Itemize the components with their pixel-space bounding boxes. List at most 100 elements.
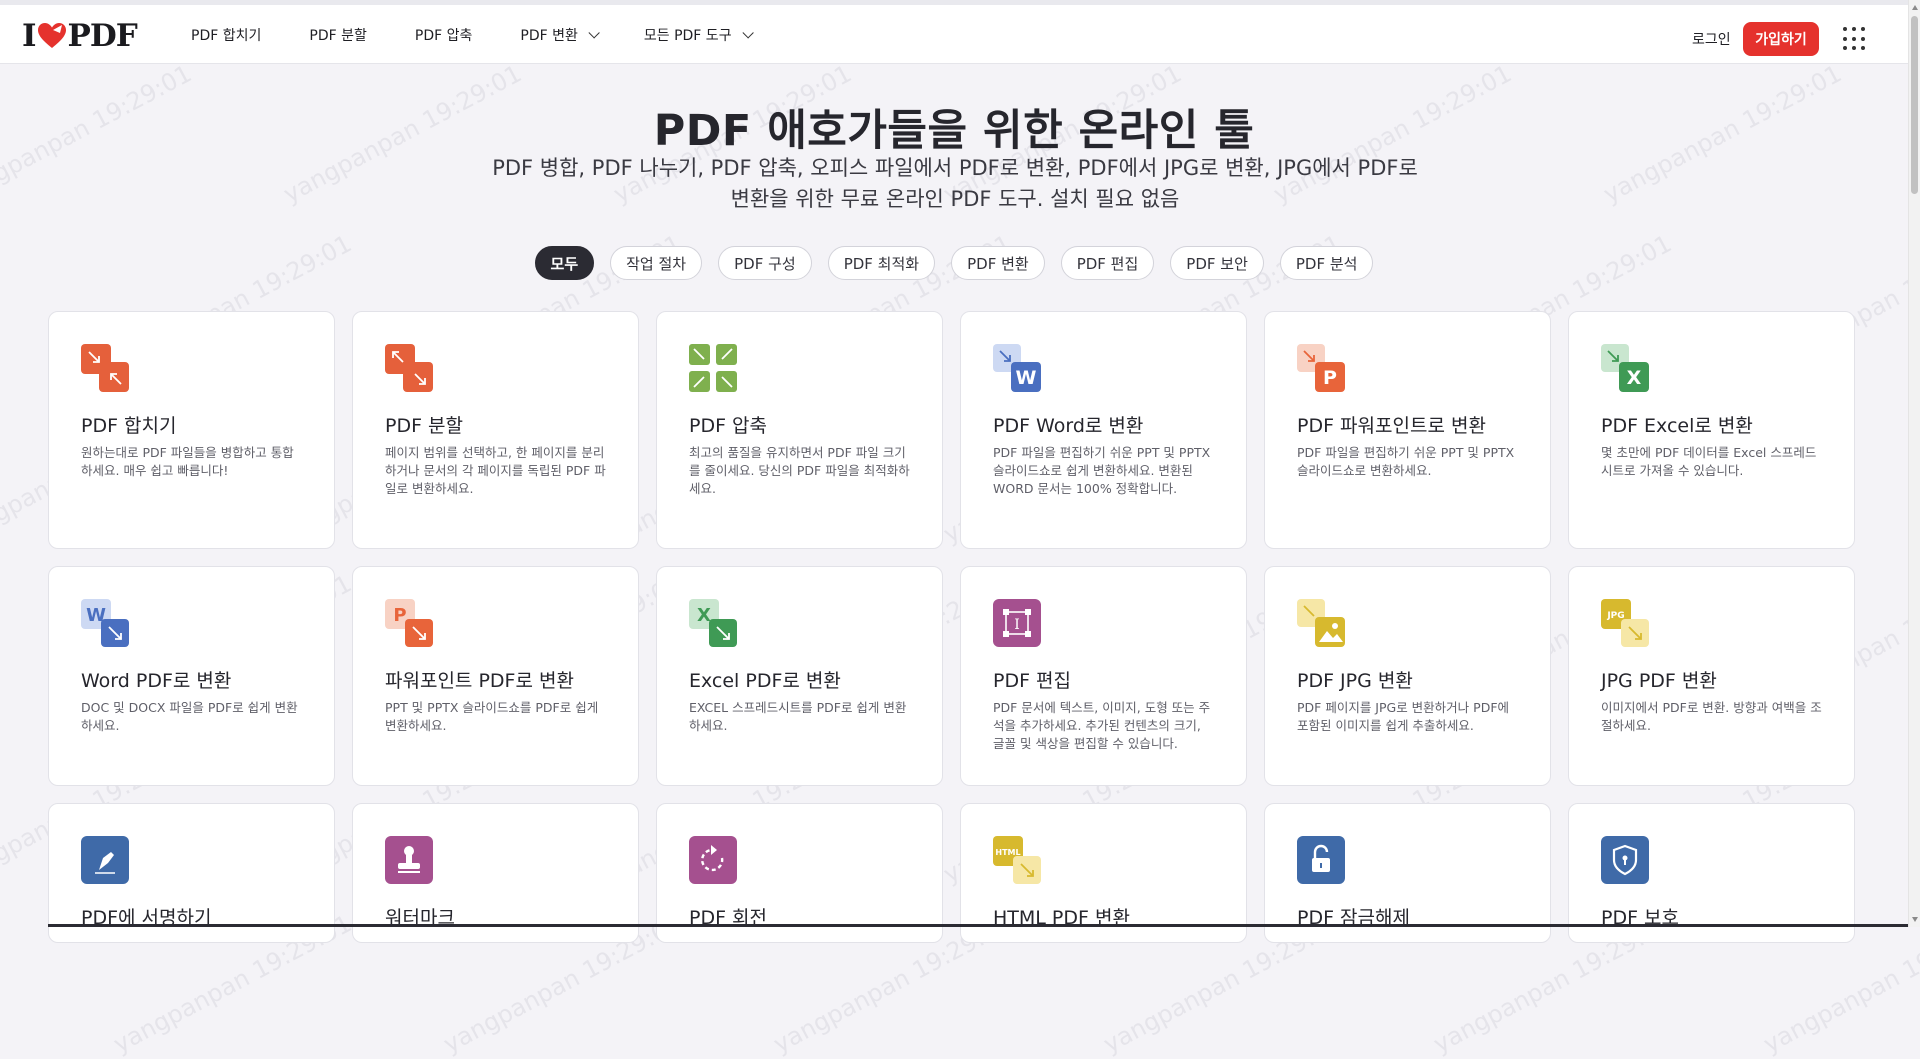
edit-pdf-icon: I	[993, 599, 1041, 647]
tool-card-pdf-to-powerpoint[interactable]: P PDF 파워포인트로 변환 PDF 파일을 편집하기 쉬운 PPT 및 PPTX…	[1264, 311, 1551, 549]
nav-item-2[interactable]: PDF 분할	[309, 25, 367, 45]
nav-item-label: PDF 변환	[520, 27, 578, 44]
tool-card-pdf-to-excel[interactable]: X PDF Excel로 변환몇 초만에 PDF 데이터를 Excel 스프레드 …	[1568, 311, 1855, 549]
filter-chip[interactable]: PDF 분석	[1279, 246, 1374, 280]
tool-title: Excel PDF로 변환	[689, 670, 841, 692]
filter-chip[interactable]: PDF 구성	[718, 246, 812, 280]
svg-text:W: W	[1016, 367, 1037, 389]
excel-to-pdf-icon: X	[689, 599, 737, 647]
login-link[interactable]: 로그인	[1692, 29, 1731, 49]
merge-icon	[81, 344, 129, 392]
filter-chip[interactable]: PDF 보안	[1170, 246, 1264, 280]
top-navbar: I PDF PDF 합치기 PDF 분할 PDF 압축 PDF 변환 모든 PDF 도구…	[0, 0, 1908, 64]
svg-text:P: P	[1323, 367, 1337, 389]
tool-description: 최고의 품질을 유지하면서 PDF 파일 크기를 줄이세요. 당신의 PDF 파…	[689, 445, 910, 496]
tool-title: PDF 편집	[993, 670, 1072, 692]
tool-card-merge[interactable]: PDF 합치기원하는대로 PDF 파일들을 병합하고 통합하세요. 매우 쉽고 …	[48, 311, 335, 549]
tool-description: PPT 및 PPTX 슬라이드쇼를 PDF로 쉽게 변환하세요.	[385, 700, 599, 733]
page-title: PDF 애호가들을 위한 온라인 툴	[653, 106, 1255, 156]
subtitle-line-1: PDF 병합, PDF 나누기, PDF 압축, 오피스 파일에서 PDF로 변…	[492, 156, 1418, 180]
tool-card-watermark[interactable]: 워터마크	[352, 803, 639, 943]
pdf-to-word-icon: W	[993, 344, 1041, 392]
tool-description: PDF 문서에 텍스트, 이미지, 도형 또는 주석을 추가하세요. 추가된 컨…	[993, 700, 1211, 751]
main-nav: PDF 합치기 PDF 분할 PDF 압축 PDF 변환 모든 PDF 도구	[191, 5, 798, 64]
tool-title: PDF Word로 변환	[993, 415, 1144, 437]
filter-chip[interactable]: 모두	[534, 246, 595, 280]
svg-text:HTML: HTML	[995, 848, 1020, 857]
tool-card-jpg-to-pdf[interactable]: JPG JPG PDF 변환이미지에서 PDF로 변환. 방향과 여백을 조절하세…	[1568, 566, 1855, 786]
html-to-pdf-icon: HTML	[993, 836, 1041, 884]
tool-title: PDF 합치기	[81, 415, 177, 437]
svg-text:X: X	[697, 605, 711, 626]
jpg-to-pdf-icon: JPG	[1601, 599, 1649, 647]
protect-icon	[1601, 836, 1649, 884]
tool-card-excel-to-pdf[interactable]: X Excel PDF로 변환 EXCEL 스프레드시트를 PDF로 쉽게 변환하세…	[656, 566, 943, 786]
tool-card-rotate[interactable]: PDF 회전	[656, 803, 943, 943]
signup-button[interactable]: 가입하기	[1743, 22, 1819, 56]
tool-description: PDF 파일을 편집하기 쉬운 PPT 및 PPTX 슬라이드쇼로 변환하세요.	[1297, 445, 1515, 478]
tool-description: 원하는대로 PDF 파일들을 병합하고 통합하세요. 매우 쉽고 빠릅니다!	[81, 445, 294, 478]
filter-chip[interactable]: 작업 절차	[610, 246, 703, 280]
tool-title: Word PDF로 변환	[81, 670, 232, 692]
filter-chip[interactable]: PDF 변환	[951, 246, 1045, 280]
tool-card-sign-pdf[interactable]: PDF에 서명하기	[48, 803, 335, 943]
tool-description: EXCEL 스프레드시트를 PDF로 쉽게 변환하세요.	[689, 700, 907, 733]
logo-text-i: I	[22, 18, 36, 54]
nav-item-5[interactable]: 모든 PDF 도구	[643, 25, 754, 45]
logo-text-pdf: PDF	[67, 18, 138, 54]
nav-item-label: PDF 분할	[309, 27, 367, 44]
chevron-down-icon	[588, 26, 600, 39]
tool-card-html-to-pdf[interactable]: HTML HTML PDF 변환	[960, 803, 1247, 943]
tool-description: 이미지에서 PDF로 변환. 방향과 여백을 조절하세요.	[1601, 700, 1822, 733]
tool-title: JPG PDF 변환	[1601, 670, 1717, 692]
tool-card-powerpoint-to-pdf[interactable]: P 파워포인트 PDF로 변환 PPT 및 PPTX 슬라이드쇼를 PDF로 쉽게 …	[352, 566, 639, 786]
nav-item-label: 모든 PDF 도구	[643, 27, 732, 44]
watermark-icon	[385, 836, 433, 884]
tool-title: PDF JPG 변환	[1297, 670, 1413, 692]
filter-chip[interactable]: PDF 편집	[1060, 246, 1155, 280]
nav-item-3[interactable]: PDF 압축	[415, 25, 473, 45]
tool-description: PDF 파일을 편집하기 쉬운 PPT 및 PPTX 슬라이드쇼로 쉽게 변환하…	[993, 445, 1211, 496]
scroll-up-arrow-icon[interactable]	[1912, 5, 1918, 10]
tool-card-word-to-pdf[interactable]: W Word PDF로 변환 DOC 및 DOCX 파일을 PDF로 쉽게 변환하세…	[48, 566, 335, 786]
scrollbar-thumb[interactable]	[1911, 16, 1918, 194]
nav-item-1[interactable]: PDF 합치기	[191, 25, 261, 45]
tool-description: PDF 페이지를 JPG로 변환하거나 PDF에 포함된 이미지를 쉽게 추출하…	[1297, 700, 1510, 733]
scroll-down-arrow-icon[interactable]	[1912, 917, 1918, 922]
tools-grid: PDF 합치기원하는대로 PDF 파일들을 병합하고 통합하세요. 매우 쉽고 …	[48, 311, 1855, 960]
rotate-icon	[689, 836, 737, 884]
svg-text:I: I	[1014, 617, 1020, 633]
tool-description: DOC 및 DOCX 파일을 PDF로 쉽게 변환하세요.	[81, 700, 298, 733]
tool-description: 몇 초만에 PDF 데이터를 Excel 스프레드 시트로 가져올 수 있습니다…	[1601, 445, 1817, 478]
heart-icon	[37, 22, 67, 50]
split-icon	[385, 344, 433, 392]
tool-card-edit-pdf[interactable]: I PDF 편집 PDF 문서에 텍스트, 이미지, 도형 또는 주석을 추가하세요…	[960, 566, 1247, 786]
svg-text:X: X	[1627, 367, 1642, 389]
nav-item-label: PDF 합치기	[191, 27, 262, 44]
pdf-to-excel-icon: X	[1601, 344, 1649, 392]
nav-item-label: PDF 압축	[414, 27, 473, 44]
tool-card-pdf-to-jpg[interactable]: PDF JPG 변환 PDF 페이지를 JPG로 변환하거나 PDF에 포함된 이…	[1264, 566, 1551, 786]
grid-dots-icon[interactable]	[1843, 27, 1867, 51]
tool-card-protect[interactable]: PDF 보호	[1568, 803, 1855, 943]
compress-icon	[689, 344, 737, 392]
tool-title: 파워포인트 PDF로 변환	[385, 670, 574, 692]
sign-pdf-icon	[81, 836, 129, 884]
tool-title: PDF 파워포인트로 변환	[1297, 415, 1486, 437]
subtitle-line-2: 변환을 위한 무료 온라인 PDF 도구. 설치 필요 없음	[730, 187, 1180, 211]
tool-card-pdf-to-word[interactable]: W PDF Word로 변환 PDF 파일을 편집하기 쉬운 PPT 및 PPTX …	[960, 311, 1247, 549]
filter-chip[interactable]: PDF 최적화	[827, 246, 936, 280]
category-filter-bar: 모두 작업 절차 PDF 구성 PDF 최적화 PDF 변환 PDF 편집 PDF 보안 PD…	[0, 246, 1908, 280]
tool-card-unlock[interactable]: PDF 잠금해제	[1264, 803, 1551, 943]
tool-card-compress[interactable]: PDF 압축 최고의 품질을 유지하면서 PDF 파일 크기를 줄이세요. 당신의…	[656, 311, 943, 549]
tool-description: 페이지 범위를 선택하고, 한 페이지를 분리하거나 문서의 각 페이지를 독립…	[385, 445, 606, 496]
tool-title: PDF Excel로 변환	[1601, 415, 1753, 437]
tool-card-split[interactable]: PDF 분할페이지 범위를 선택하고, 한 페이지를 분리하거나 문서의 각 페…	[352, 311, 639, 549]
svg-text:P: P	[393, 605, 406, 626]
tool-title: PDF 분할	[385, 415, 464, 437]
unlock-icon	[1297, 836, 1345, 884]
word-to-pdf-icon: W	[81, 599, 129, 647]
page-scrollbar[interactable]	[1908, 0, 1920, 927]
ilovepdf-logo[interactable]: I PDF	[22, 18, 138, 54]
nav-item-4[interactable]: PDF 변환	[520, 25, 600, 45]
